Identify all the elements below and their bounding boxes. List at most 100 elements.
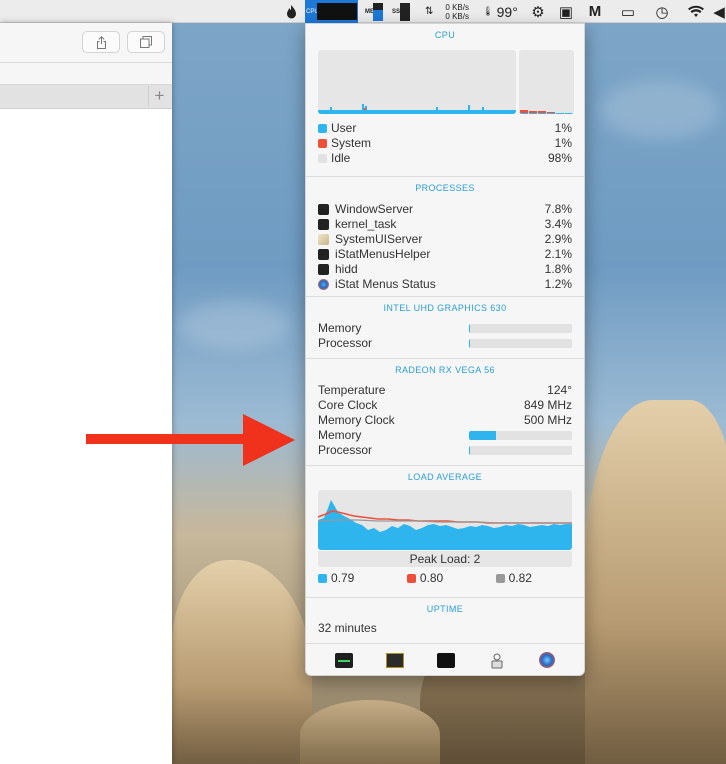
system-utility-icon[interactable] [488,653,506,668]
annotation-arrow-shaft [86,434,248,444]
process-row[interactable]: hidd 1.8% [318,262,572,277]
radeon-memclock-label: Memory Clock [318,413,395,427]
time-machine-icon[interactable]: ◷ [651,0,673,23]
cpu-menu-label: CPU [306,8,319,15]
disk-menu-label: SSD [392,8,405,15]
uptime-row: 32 minutes [318,621,572,636]
activity-monitor-icon[interactable] [334,652,353,668]
chip-icon[interactable]: ▣ [556,0,576,23]
radeon-memclock-value: 500 MHz [523,413,572,427]
menu-bar: CPU MEM SSD ⇅ 0 KB/s 0 KB/s 🌡 99° ⚙ ▣ M … [0,0,726,23]
intel-memory-fill [469,324,471,333]
browser-window: + [0,23,172,764]
radeon-processor-bar [469,446,572,455]
load-15min-swatch [495,573,505,583]
network-upload-rate: 0 KB/s [445,2,469,12]
malwarebytes-icon[interactable]: M [584,0,606,23]
tab-overview-button[interactable] [127,31,165,53]
process-cpu: 1.2% [544,277,572,291]
istat-icon[interactable] [539,652,556,668]
application-icon [318,204,329,215]
cpu-idle-value: 98% [547,151,572,165]
peak-load: Peak Load: 2 [318,551,572,567]
disk-menu-extra[interactable]: SSD [389,0,413,23]
rock-formation [172,560,312,764]
process-cpu: 3.4% [544,217,572,231]
processes-section-title: PROCESSES [415,183,475,193]
intel-memory-label: Memory [318,321,362,335]
rock-formation [585,400,726,764]
wifi-icon[interactable] [684,0,708,23]
processes-section: PROCESSES WindowServer 7.8% kernel_task … [306,177,584,297]
network-download-rate: 0 KB/s [445,11,469,21]
process-cpu: 2.1% [544,247,572,261]
console-icon[interactable] [385,652,404,668]
cpu-menu-extra[interactable]: CPU [305,0,358,23]
cpu-user-label: User [331,121,357,135]
system-swatch [318,139,327,148]
process-row[interactable]: iStatMenusHelper 2.1% [318,247,572,262]
document-icon [318,234,329,245]
memory-menu-label: MEM [365,8,379,15]
user-swatch [318,124,327,133]
cloud [600,80,720,140]
cpu-user-value: 1% [554,121,572,135]
intel-memory-row: Memory [318,321,572,336]
intel-processor-label: Processor [318,336,373,350]
network-menu-extra[interactable]: ⇅ 0 KB/s 0 KB/s [416,0,478,23]
gear-icon[interactable]: ⚙ [528,0,548,23]
radeon-gpu-section: RADEON RX VEGA 56 Temperature 124° Core … [306,359,584,466]
process-cpu: 2.9% [544,232,572,246]
intel-gpu-section: INTEL UHD GRAPHICS 630 Memory Processor [306,297,584,359]
process-row[interactable]: WindowServer 7.8% [318,202,572,217]
terminal-icon[interactable] [436,652,455,668]
radeon-processor-fill [469,446,471,455]
process-row[interactable]: iStat Menus Status 1.2% [318,277,572,292]
load-5min-value: 0.80 [419,571,444,585]
load-average-section: LOAD AVERAGE Peak Load: 2 0.79 0.80 0.82 [306,466,584,598]
radeon-core-row: Core Clock 849 MHz [318,398,572,413]
intel-memory-bar [469,324,572,333]
process-cpu: 7.8% [544,202,572,216]
volume-icon[interactable]: ◀ [712,0,726,23]
radeon-memory-row: Memory [318,428,572,443]
radeon-core-value: 849 MHz [523,398,572,412]
load-average-graph [318,490,572,550]
uptime-section: UPTIME 32 minutes [306,598,584,644]
uptime-title: UPTIME [426,604,464,614]
cpu-history-graph [318,50,574,114]
load-5min-swatch [406,573,416,583]
flame-icon[interactable] [282,0,300,23]
memory-menu-extra[interactable]: MEM [362,0,386,23]
load-average-legend: 0.79 0.80 0.82 [318,567,572,589]
application-icon [318,249,329,260]
application-icon [318,264,329,275]
bookmarks-bar [0,63,172,85]
process-name: iStatMenusHelper [335,247,431,261]
radeon-processor-row: Processor [318,443,572,458]
load-1min-value: 0.79 [331,571,355,585]
istat-icon [318,279,329,290]
cpu-core-bars [519,50,574,114]
tabs-icon [140,36,152,48]
process-row[interactable]: kernel_task 3.4% [318,217,572,232]
radeon-memory-bar [469,431,572,440]
process-name: SystemUIServer [335,232,423,246]
new-tab-button[interactable]: + [148,86,170,106]
disk-bar [400,2,410,21]
rock-formation [300,700,440,764]
idle-swatch [318,154,327,163]
sensor-value: 99° [496,3,518,20]
share-button[interactable] [82,31,120,53]
istat-menus-panel: CPU User 1% System 1% Idle 98% PROCESSES… [305,23,585,676]
process-name: kernel_task [335,217,397,231]
cpu-idle-label: Idle [331,151,351,165]
cpu-system-label: System [331,136,372,150]
cpu-idle-row: Idle 98% [318,151,572,166]
intel-gpu-title: INTEL UHD GRAPHICS 630 [383,303,507,313]
sensors-menu-extra[interactable]: 🌡 99° [480,0,520,23]
airplay-icon[interactable]: ▭ [617,0,639,23]
annotation-arrow-head [243,414,295,466]
process-row[interactable]: SystemUIServer 2.9% [318,232,572,247]
thermometer-icon: 🌡 [482,6,494,16]
